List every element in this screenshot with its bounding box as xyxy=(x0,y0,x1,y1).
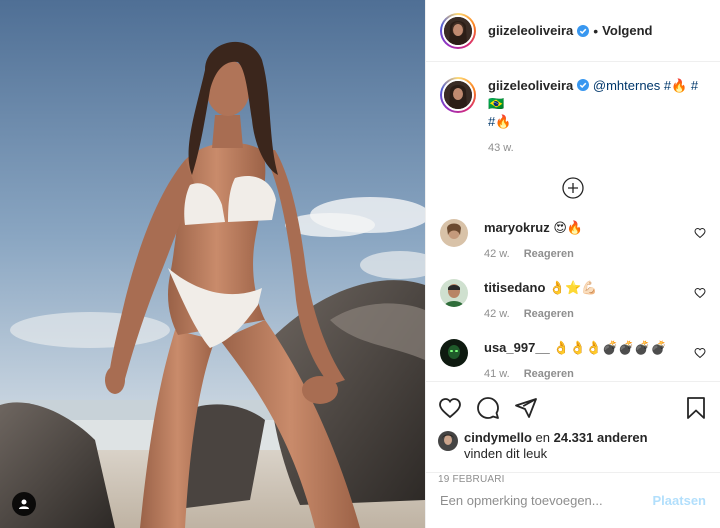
post-side-panel: giizeleoliveira • Volgend giizeleoliveir… xyxy=(425,0,720,528)
author-username[interactable]: giizeleoliveira xyxy=(488,23,573,38)
comment-like-heart-icon[interactable] xyxy=(694,347,706,359)
verified-badge-icon xyxy=(577,24,590,37)
commenter-username[interactable]: titisedano xyxy=(484,280,545,295)
comment-like-heart-icon[interactable] xyxy=(694,287,706,299)
comment-age: 42 w. xyxy=(484,308,510,320)
comment-button[interactable] xyxy=(476,396,500,420)
caption-username[interactable]: giizeleoliveira xyxy=(488,78,573,93)
add-comment-form: Plaatsen xyxy=(426,472,720,528)
profile-picture xyxy=(440,279,468,307)
caption-mention[interactable]: @mhternes xyxy=(593,78,660,93)
caption-author-avatar[interactable] xyxy=(440,77,476,113)
heart-icon xyxy=(439,398,461,419)
comment-text: 😍🔥 xyxy=(549,220,584,235)
author-avatar[interactable] xyxy=(440,12,476,49)
comments-section[interactable]: giizeleoliveira @mhternes #🔥 #🇧🇷 #🔥 43 w… xyxy=(426,63,720,381)
liker-username[interactable]: cindymello xyxy=(464,430,532,445)
likes-joiner: en xyxy=(531,430,554,445)
post-comment-button[interactable]: Plaatsen xyxy=(653,493,706,508)
comment-item: titisedano 👌⭐💪🏻 42 w. Reageren xyxy=(440,279,706,323)
like-button[interactable] xyxy=(438,396,462,420)
bookmark-icon xyxy=(687,397,705,419)
comment-text: 👌⭐💪🏻 xyxy=(545,280,598,295)
comment-text: 👌👌👌💣💣💣💣 xyxy=(549,340,667,355)
reply-button[interactable]: Reageren xyxy=(524,248,574,260)
profile-picture xyxy=(444,16,472,45)
comment-bubble-icon xyxy=(477,397,499,419)
caption: giizeleoliveira @mhternes #🔥 #🇧🇷 #🔥 43 w… xyxy=(440,77,706,157)
comment-item: maryokruz 😍🔥 42 w. Reageren xyxy=(440,219,706,263)
caption-age: 43 w. xyxy=(488,142,514,154)
profile-picture xyxy=(444,81,472,109)
user-icon xyxy=(19,499,29,509)
caption-hashtag-line2[interactable]: #🔥 xyxy=(488,114,511,129)
comment-age: 42 w. xyxy=(484,248,510,260)
plus-circle-icon xyxy=(562,177,584,199)
commenter-avatar[interactable] xyxy=(440,279,468,307)
reply-button[interactable]: Reageren xyxy=(524,308,574,320)
comment-age: 41 w. xyxy=(484,368,510,380)
load-more-comments-button[interactable] xyxy=(440,177,706,199)
commenter-username[interactable]: maryokruz xyxy=(484,220,550,235)
save-button[interactable] xyxy=(684,396,708,420)
verified-badge-icon xyxy=(577,79,590,91)
tagged-users-button[interactable] xyxy=(12,492,36,516)
post-actions-area: cindymello en 24.331 anderen vinden dit … xyxy=(426,381,720,485)
paper-plane-icon xyxy=(515,398,537,418)
likes-suffix: vinden dit leuk xyxy=(464,446,548,461)
post-header: giizeleoliveira • Volgend xyxy=(426,0,720,62)
share-button[interactable] xyxy=(514,396,538,420)
likes-count[interactable]: 24.331 anderen xyxy=(554,430,648,445)
comment-input[interactable] xyxy=(440,493,653,508)
profile-picture xyxy=(440,339,468,367)
profile-picture xyxy=(438,431,458,451)
commenter-avatar[interactable] xyxy=(440,219,468,247)
commenter-username[interactable]: usa_997__ xyxy=(484,340,550,355)
post-photo[interactable] xyxy=(0,0,425,528)
beach-photo xyxy=(0,0,425,528)
comment-item: usa_997__ 👌👌👌💣💣💣💣 41 w. Reageren xyxy=(440,339,706,381)
following-button[interactable]: Volgend xyxy=(602,23,652,38)
commenter-avatar[interactable] xyxy=(440,339,468,367)
separator-dot: • xyxy=(593,22,599,39)
liker-avatar[interactable] xyxy=(438,431,458,451)
comment-like-heart-icon[interactable] xyxy=(694,227,706,239)
profile-picture xyxy=(440,219,468,247)
action-bar xyxy=(438,388,708,428)
likes-summary: cindymello en 24.331 anderen vinden dit … xyxy=(438,430,708,462)
reply-button[interactable]: Reageren xyxy=(524,368,574,380)
